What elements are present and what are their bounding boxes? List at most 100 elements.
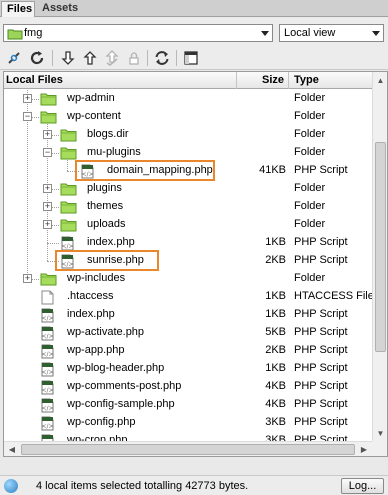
folder-icon <box>60 200 77 217</box>
folder-row[interactable]: + wp-includes Folder <box>4 270 372 288</box>
tab-assets[interactable]: Assets <box>37 1 78 17</box>
file-type: Folder <box>294 218 326 230</box>
scroll-thumb[interactable] <box>21 444 355 455</box>
synchronize-icon[interactable] <box>153 49 171 67</box>
file-name: .htaccess <box>67 290 114 302</box>
expand-icon[interactable]: + <box>43 202 52 211</box>
folder-row[interactable]: + blogs.dir Folder <box>4 126 372 144</box>
globe-icon <box>4 479 18 493</box>
folder-icon <box>60 218 77 235</box>
file-size: 1KB <box>265 236 286 248</box>
file-name: wp-activate.php <box>67 326 145 338</box>
file-row[interactable]: </> wp-config.php 3KB PHP Script <box>4 414 372 432</box>
expand-panel-icon[interactable] <box>182 49 200 67</box>
toolbar-separator <box>176 50 177 66</box>
check-out-icon[interactable] <box>103 49 121 67</box>
folder-icon <box>60 182 77 199</box>
folder-row[interactable]: + uploads Folder <box>4 216 372 234</box>
refresh-icon[interactable] <box>28 49 46 67</box>
vertical-scrollbar[interactable]: ▲ ▼ <box>372 72 387 441</box>
toolbar-separator <box>52 50 53 66</box>
folder-icon <box>40 110 57 127</box>
folder-row[interactable]: − wp-content Folder <box>4 108 372 126</box>
file-name: wp-includes <box>67 272 126 284</box>
scroll-left-icon[interactable]: ◀ <box>4 442 20 456</box>
toolbar-separator <box>147 50 148 66</box>
folder-icon <box>40 92 57 109</box>
file-type: PHP Script <box>294 164 348 176</box>
scroll-up-icon[interactable]: ▲ <box>373 72 387 88</box>
tab-files[interactable]: Files <box>1 1 35 17</box>
folder-icon <box>40 272 57 289</box>
scroll-right-icon[interactable]: ▶ <box>356 442 372 456</box>
file-type: PHP Script <box>294 308 348 320</box>
status-text: 4 local items selected totalling 42773 b… <box>36 480 249 492</box>
collapse-icon[interactable]: − <box>43 148 52 157</box>
file-size: 41KB <box>259 164 286 176</box>
file-row[interactable]: .htaccess 1KB HTACCESS File <box>4 288 374 306</box>
check-in-icon[interactable] <box>125 49 143 67</box>
chevron-down-icon <box>261 31 269 36</box>
file-size: 1KB <box>265 290 286 302</box>
svg-text:</>: </> <box>41 423 53 430</box>
file-size: 4KB <box>265 398 286 410</box>
file-name: wp-blog-header.php <box>67 362 165 374</box>
file-name: plugins <box>87 182 122 194</box>
folder-row[interactable]: + plugins Folder <box>4 180 372 198</box>
tree-connector <box>47 243 59 244</box>
collapse-icon[interactable]: − <box>23 112 32 121</box>
column-size[interactable]: Size <box>237 72 289 89</box>
expand-icon[interactable]: + <box>43 220 52 229</box>
file-row[interactable]: </> wp-blog-header.php 1KB PHP Script <box>4 360 372 378</box>
folder-icon <box>60 128 77 145</box>
folder-row[interactable]: + wp-admin Folder <box>4 90 372 108</box>
svg-text:</>: </> <box>41 387 53 394</box>
svg-text:</>: </> <box>41 369 53 376</box>
expand-icon[interactable]: + <box>43 184 52 193</box>
svg-text:</>: </> <box>41 351 53 358</box>
file-type: PHP Script <box>294 326 348 338</box>
put-files-icon[interactable] <box>81 49 99 67</box>
local-files-panel: Local Files Size Type + wp-admin Folder − wp… <box>3 71 388 457</box>
file-row[interactable]: </> wp-activate.php 5KB PHP Script <box>4 324 372 342</box>
view-select[interactable]: Local view <box>279 24 384 42</box>
file-type: PHP Script <box>294 416 348 428</box>
file-name: themes <box>87 200 124 212</box>
column-type[interactable]: Type <box>289 72 372 89</box>
file-type: PHP Script <box>294 254 348 266</box>
file-size: 1KB <box>265 362 286 374</box>
file-name: wp-content <box>67 110 121 122</box>
get-files-icon[interactable] <box>59 49 77 67</box>
scroll-down-icon[interactable]: ▼ <box>373 425 387 441</box>
log-button[interactable]: Log... <box>341 478 384 494</box>
file-name: wp-config.php <box>67 416 136 428</box>
file-row[interactable]: </> wp-app.php 2KB PHP Script <box>4 342 372 360</box>
file-type: PHP Script <box>294 362 348 374</box>
scroll-thumb[interactable] <box>375 142 386 352</box>
horizontal-scrollbar[interactable]: ◀ ▶ <box>4 441 372 456</box>
column-header: Local Files Size Type <box>4 72 372 89</box>
file-row[interactable]: </> index.php 1KB PHP Script <box>4 306 372 324</box>
column-local-files[interactable]: Local Files <box>4 72 237 89</box>
file-name: wp-admin <box>67 92 115 104</box>
file-size: 5KB <box>265 326 286 338</box>
expand-icon[interactable]: + <box>43 130 52 139</box>
connect-icon[interactable] <box>5 49 23 67</box>
site-select[interactable]: fmg <box>3 24 273 42</box>
file-row[interactable]: </> wp-comments-post.php 4KB PHP Script <box>4 378 372 396</box>
file-type: PHP Script <box>294 344 348 356</box>
file-row[interactable]: </> wp-config-sample.php 4KB PHP Script <box>4 396 372 414</box>
expand-icon[interactable]: + <box>23 94 32 103</box>
file-type: Folder <box>294 182 326 194</box>
file-name: wp-config-sample.php <box>67 398 175 410</box>
file-type: Folder <box>294 146 326 158</box>
status-bar: 4 local items selected totalling 42773 b… <box>0 475 388 495</box>
panel-tab-bar: Files Assets <box>0 0 388 17</box>
highlight-box <box>75 160 215 181</box>
highlight-box <box>55 250 159 271</box>
file-type: PHP Script <box>294 398 348 410</box>
file-type: Folder <box>294 92 326 104</box>
file-size: 2KB <box>265 254 286 266</box>
folder-row[interactable]: + themes Folder <box>4 198 372 216</box>
expand-icon[interactable]: + <box>23 274 32 283</box>
